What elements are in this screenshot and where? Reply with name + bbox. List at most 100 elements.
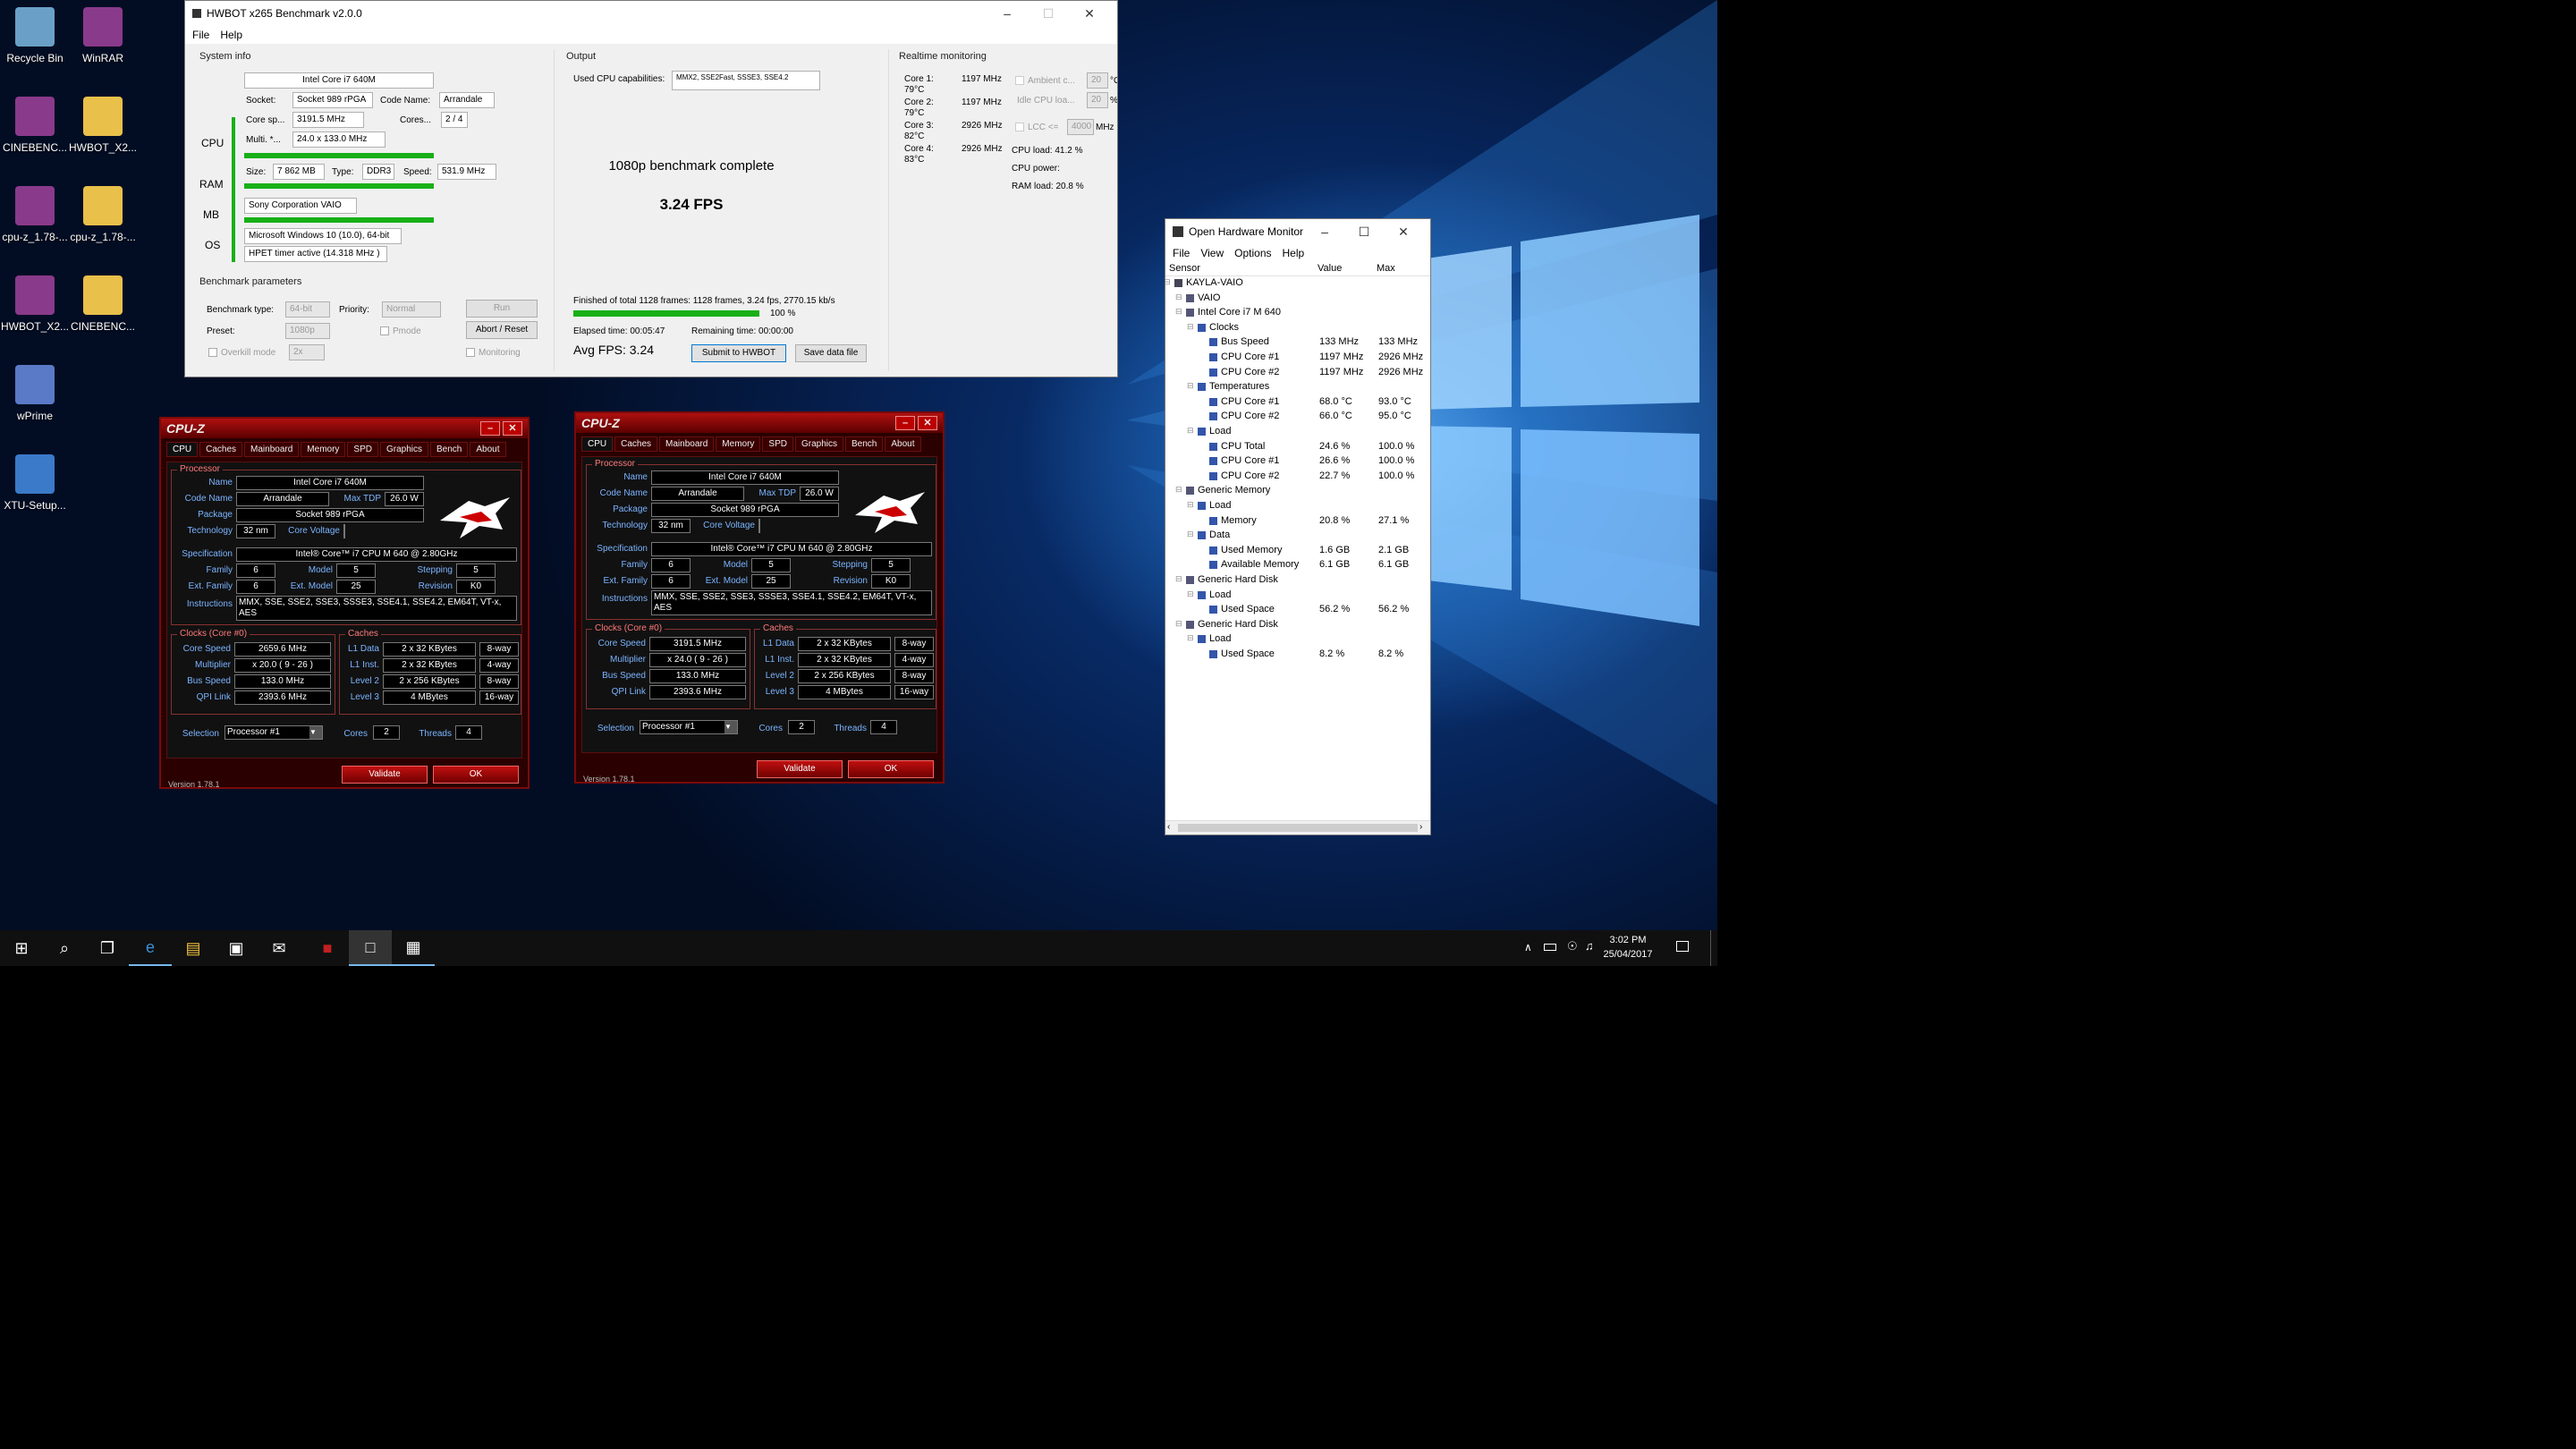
priority-select[interactable]: Normal bbox=[382, 301, 441, 318]
ohm-tree-row[interactable]: Bus Speed 133 MHz 133 MHz bbox=[1165, 335, 1430, 351]
clock-time[interactable]: 3:02 PM bbox=[1603, 935, 1653, 945]
cpuz-tab[interactable]: Caches bbox=[614, 436, 658, 452]
ohm-tree-row[interactable]: CPU Total 24.6 % 100.0 % bbox=[1165, 440, 1430, 455]
ohm-tree-row[interactable]: ⊟ Load bbox=[1165, 589, 1430, 604]
store-icon[interactable]: ▣ bbox=[215, 930, 258, 966]
scroll-left-icon[interactable]: ‹ bbox=[1167, 822, 1170, 832]
validate-button[interactable]: Validate bbox=[342, 766, 428, 784]
scroll-thumb[interactable] bbox=[1178, 824, 1418, 832]
desktop-icon[interactable]: CINEBENC... bbox=[63, 275, 143, 333]
ohm-titlebar[interactable]: Open Hardware Monitor – ☐ ✕ bbox=[1165, 219, 1430, 244]
ohm-tree-row[interactable]: ⊟ Clocks bbox=[1165, 321, 1430, 336]
expand-collapse-icon[interactable]: ⊟ bbox=[1187, 633, 1194, 643]
cpuz-tab[interactable]: CPU bbox=[581, 436, 614, 452]
cpuz-tab[interactable]: Memory bbox=[716, 436, 761, 452]
cpuz-tab[interactable]: Bench bbox=[845, 436, 884, 452]
overkill-select[interactable]: 2x bbox=[289, 344, 325, 360]
search-icon[interactable]: ⌕ bbox=[43, 930, 86, 966]
cpuz-tab[interactable]: SPD bbox=[347, 442, 378, 457]
cpuz-close-icon[interactable]: ✕ bbox=[503, 421, 522, 436]
cpuz-tab[interactable]: Mainboard bbox=[244, 442, 300, 457]
chevron-down-icon[interactable]: ▼ bbox=[309, 726, 322, 739]
selection-dropdown[interactable]: Processor #1 ▼ bbox=[225, 725, 323, 740]
desktop-icon[interactable]: wPrime bbox=[0, 365, 75, 422]
preset-select[interactable]: 1080p bbox=[285, 323, 330, 339]
file-explorer-icon[interactable]: ▤ bbox=[172, 930, 215, 966]
ohm-tree-row[interactable]: Used Memory 1.6 GB 2.1 GB bbox=[1165, 544, 1430, 559]
ambient-checkbox[interactable] bbox=[1015, 76, 1024, 85]
ohm-tree-row[interactable]: CPU Core #2 1197 MHz 2926 MHz bbox=[1165, 366, 1430, 381]
expand-collapse-icon[interactable]: ⊟ bbox=[1187, 589, 1194, 599]
task-view-icon[interactable]: ❐ bbox=[86, 930, 129, 966]
cpuz-titlebar[interactable]: CPU-Z – ✕ bbox=[161, 419, 528, 438]
expand-collapse-icon[interactable]: ⊟ bbox=[1165, 277, 1171, 287]
ohm-menu-file[interactable]: File bbox=[1173, 247, 1190, 259]
expand-collapse-icon[interactable]: ⊟ bbox=[1175, 307, 1182, 317]
monitoring-checkbox[interactable] bbox=[466, 348, 475, 357]
idle-field[interactable]: 20 bbox=[1087, 92, 1108, 108]
clock-date[interactable]: 25/04/2017 bbox=[1603, 949, 1653, 960]
ohm-tree-row[interactable]: CPU Core #1 26.6 % 100.0 % bbox=[1165, 454, 1430, 470]
expand-collapse-icon[interactable]: ⊟ bbox=[1187, 426, 1194, 436]
cpuz-tab[interactable]: About bbox=[885, 436, 921, 452]
lcc-checkbox[interactable] bbox=[1015, 123, 1024, 131]
expand-collapse-icon[interactable]: ⊟ bbox=[1175, 485, 1182, 495]
maximize-icon[interactable]: ☐ bbox=[1028, 6, 1069, 21]
ohm-menu-options[interactable]: Options bbox=[1234, 247, 1271, 259]
chevron-down-icon[interactable]: ▼ bbox=[724, 721, 737, 733]
ohm-col-sensor[interactable]: Sensor bbox=[1169, 263, 1200, 274]
cpuz-tab[interactable]: Caches bbox=[199, 442, 243, 457]
menu-help[interactable]: Help bbox=[220, 29, 242, 41]
ohm-tree-row[interactable]: ⊟ Generic Hard Disk bbox=[1165, 618, 1430, 633]
expand-collapse-icon[interactable]: ⊟ bbox=[1187, 322, 1194, 332]
menu-file[interactable]: File bbox=[192, 29, 209, 41]
minimize-icon[interactable]: – bbox=[987, 6, 1028, 21]
ohm-tree-row[interactable]: Used Space 8.2 % 8.2 % bbox=[1165, 648, 1430, 663]
cpuz-tab[interactable]: Mainboard bbox=[659, 436, 715, 452]
ohm-tree-row[interactable]: ⊟ Intel Core i7 M 640 bbox=[1165, 306, 1430, 321]
ohm-tree-row[interactable]: Memory 20.8 % 27.1 % bbox=[1165, 514, 1430, 530]
ohm-col-value[interactable]: Value bbox=[1318, 263, 1342, 274]
expand-collapse-icon[interactable]: ⊟ bbox=[1187, 530, 1194, 539]
cpuz-tab[interactable]: CPU bbox=[166, 442, 199, 457]
close-icon[interactable]: ✕ bbox=[1069, 6, 1110, 21]
bench-type-select[interactable]: 64-bit bbox=[285, 301, 330, 318]
ohm-tree-row[interactable]: ⊟ Generic Hard Disk bbox=[1165, 573, 1430, 589]
cpuz-tab[interactable]: Bench bbox=[430, 442, 469, 457]
save-data-button[interactable]: Save data file bbox=[795, 344, 867, 362]
expand-collapse-icon[interactable]: ⊟ bbox=[1187, 500, 1194, 510]
ohm-tree-row[interactable]: ⊟ Data bbox=[1165, 529, 1430, 544]
ohm-maximize-icon[interactable]: ☐ bbox=[1344, 225, 1384, 240]
validate-button[interactable]: Validate bbox=[757, 760, 843, 778]
ohm-tree-row[interactable]: CPU Core #2 22.7 % 100.0 % bbox=[1165, 470, 1430, 485]
abort-reset-button[interactable]: Abort / Reset bbox=[466, 321, 538, 339]
ohm-tree-row[interactable]: CPU Core #1 1197 MHz 2926 MHz bbox=[1165, 351, 1430, 366]
ohm-tree-row[interactable]: CPU Core #2 66.0 °C 95.0 °C bbox=[1165, 410, 1430, 425]
action-center-icon[interactable] bbox=[1676, 941, 1689, 952]
ohm-tree-row[interactable]: Used Space 56.2 % 56.2 % bbox=[1165, 603, 1430, 618]
cpuz-tab[interactable]: SPD bbox=[762, 436, 793, 452]
desktop-icon[interactable]: HWBOT_X2... bbox=[63, 97, 143, 154]
ok-button[interactable]: OK bbox=[433, 766, 519, 784]
selection-dropdown[interactable]: Processor #1 ▼ bbox=[640, 720, 738, 734]
edge-icon[interactable]: e bbox=[129, 930, 172, 966]
cpuz-app-icon[interactable]: ■ bbox=[306, 930, 349, 966]
ohm-tree-row[interactable]: ⊟ Load bbox=[1165, 632, 1430, 648]
cpuz-titlebar[interactable]: CPU-Z – ✕ bbox=[576, 413, 943, 433]
expand-collapse-icon[interactable]: ⊟ bbox=[1175, 619, 1182, 629]
ohm-col-max[interactable]: Max bbox=[1377, 263, 1395, 274]
pmode-checkbox[interactable] bbox=[380, 326, 389, 335]
ohm-close-icon[interactable]: ✕ bbox=[1384, 225, 1423, 240]
cpuz-tab[interactable]: About bbox=[470, 442, 506, 457]
battery-icon[interactable] bbox=[1544, 944, 1556, 951]
cpuz-tab[interactable]: Graphics bbox=[379, 442, 428, 457]
cpuz-minimize-icon[interactable]: – bbox=[480, 421, 500, 436]
hwbot-titlebar[interactable]: HWBOT x265 Benchmark v2.0.0 – ☐ ✕ bbox=[185, 1, 1117, 26]
cpuz-tab[interactable]: Graphics bbox=[794, 436, 843, 452]
expand-collapse-icon[interactable]: ⊟ bbox=[1175, 574, 1182, 584]
ohm-tree-row[interactable]: ⊟ KAYLA-VAIO bbox=[1165, 276, 1430, 292]
mail-icon[interactable]: ✉ bbox=[258, 930, 301, 966]
ohm-tree-row[interactable]: ⊟ Load bbox=[1165, 425, 1430, 440]
ohm-hscrollbar[interactable]: ‹ › bbox=[1165, 820, 1430, 835]
ohm-tree-row[interactable]: CPU Core #1 68.0 °C 93.0 °C bbox=[1165, 395, 1430, 411]
